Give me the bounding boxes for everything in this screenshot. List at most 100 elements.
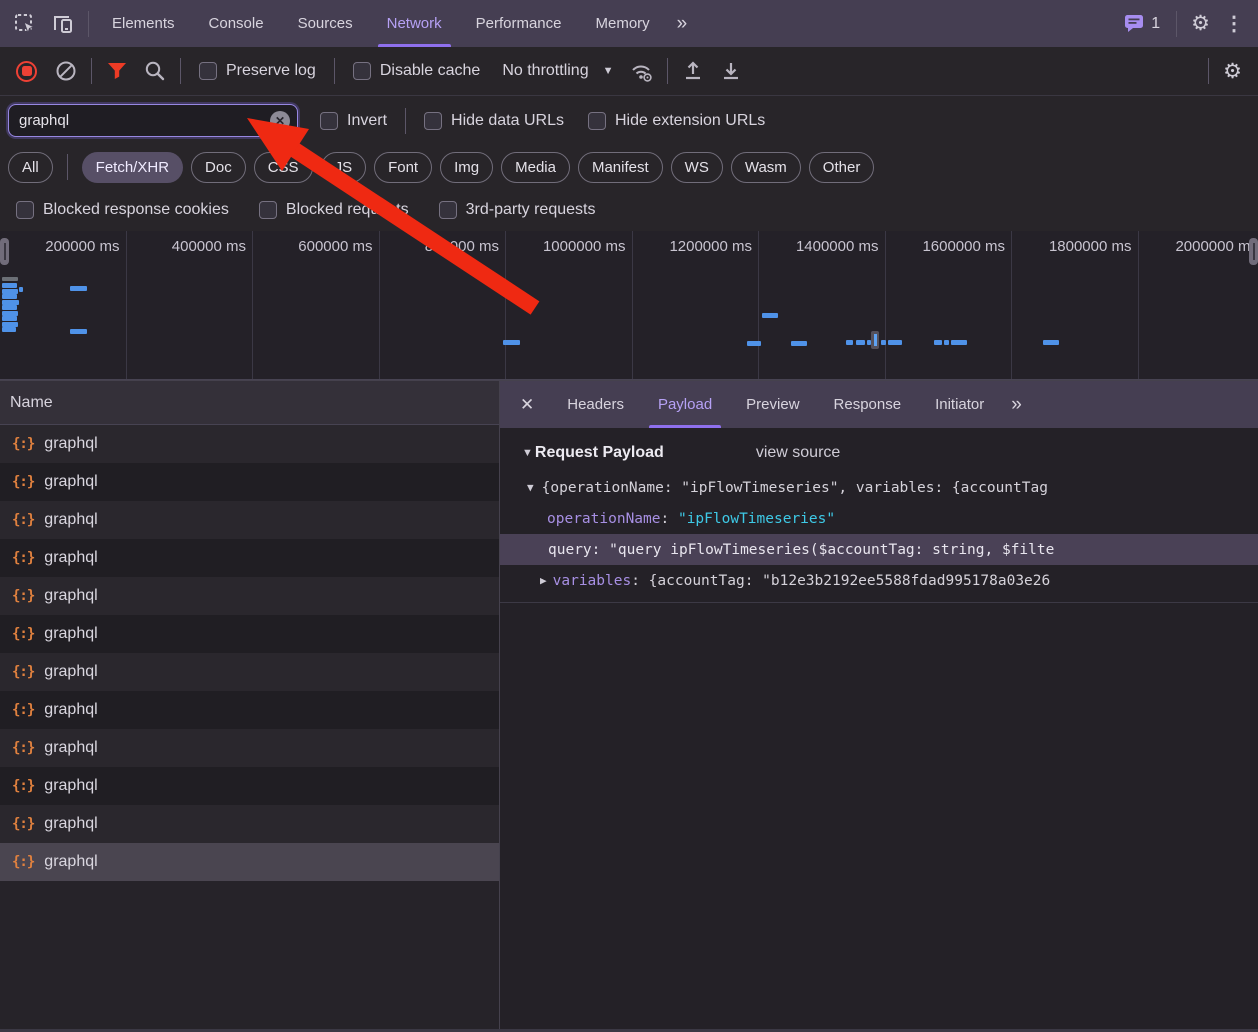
timeline-tick: 200000 ms (0, 231, 127, 379)
details-tab-preview[interactable]: Preview (729, 381, 816, 428)
chip-img[interactable]: Img (440, 152, 493, 183)
device-toolbar-icon[interactable] (46, 7, 80, 41)
issues-badge[interactable]: 1 (1124, 14, 1160, 33)
third-party-requests-toggle[interactable]: 3rd-party requests (439, 201, 596, 219)
chip-all[interactable]: All (8, 152, 53, 183)
tab-elements[interactable]: Elements (95, 0, 192, 47)
network-settings-gear-icon[interactable]: ⚙ (1215, 59, 1250, 84)
view-source-link[interactable]: view source (756, 444, 840, 462)
chip-fetch-xhr[interactable]: Fetch/XHR (82, 152, 183, 183)
json-braces-icon: {:} (12, 474, 34, 490)
filter-funnel-icon[interactable] (100, 54, 134, 88)
preserve-log-toggle[interactable]: Preserve log (199, 62, 316, 80)
details-tab-headers[interactable]: Headers (550, 381, 641, 428)
hide-extension-urls-toggle[interactable]: Hide extension URLs (588, 112, 765, 130)
chip-manifest[interactable]: Manifest (578, 152, 663, 183)
devtools-window: ElementsConsoleSourcesNetworkPerformance… (0, 0, 1258, 1032)
divider (67, 154, 68, 180)
request-row[interactable]: {:}graphql (0, 653, 499, 691)
request-row[interactable]: {:}graphql (0, 805, 499, 843)
chip-other[interactable]: Other (809, 152, 875, 183)
inspect-element-icon[interactable] (8, 7, 42, 41)
filter-input[interactable] (9, 112, 297, 129)
blocked-response-cookies-checkbox[interactable] (16, 201, 34, 219)
request-row[interactable]: {:}graphql (0, 767, 499, 805)
devtools-tabbar: ElementsConsoleSourcesNetworkPerformance… (0, 0, 1258, 47)
preserve-log-checkbox[interactable] (199, 62, 217, 80)
request-row[interactable]: {:}graphql (0, 691, 499, 729)
clear-network-log-icon[interactable] (49, 54, 83, 88)
hide-data-urls-toggle[interactable]: Hide data URLs (424, 112, 564, 130)
export-har-icon[interactable] (714, 54, 748, 88)
request-row[interactable]: {:}graphql (0, 425, 499, 463)
collapsed-triangle-icon[interactable]: ▶ (540, 574, 547, 587)
timeline-left-handle[interactable] (0, 238, 9, 265)
request-name: graphql (44, 625, 97, 643)
blocked-response-cookies-toggle[interactable]: Blocked response cookies (16, 201, 229, 219)
tab-network[interactable]: Network (370, 0, 459, 47)
timeline-bar (856, 340, 865, 345)
timeline-tick: 800000 ms (380, 231, 507, 379)
request-row[interactable]: {:}graphql (0, 577, 499, 615)
third-party-requests-checkbox[interactable] (439, 201, 457, 219)
disable-cache-checkbox[interactable] (353, 62, 371, 80)
chip-js[interactable]: JS (321, 152, 367, 183)
payload-variables-row[interactable]: ▶ variables : {accountTag: "b12e3b2192ee… (500, 565, 1258, 596)
request-name: graphql (44, 663, 97, 681)
timeline-bar (70, 329, 87, 334)
details-tab-initiator[interactable]: Initiator (918, 381, 1001, 428)
more-tabs-icon[interactable]: » (667, 13, 696, 35)
expand-triangle-icon[interactable]: ▼ (527, 481, 534, 494)
network-conditions-icon[interactable] (625, 54, 659, 88)
settings-gear-icon[interactable]: ⚙ (1183, 11, 1218, 36)
details-more-tabs-icon[interactable]: » (1001, 394, 1030, 416)
import-har-icon[interactable] (676, 54, 710, 88)
collapse-triangle-icon[interactable]: ▼ (522, 447, 533, 459)
request-row[interactable]: {:}graphql (0, 729, 499, 767)
details-tab-response[interactable]: Response (817, 381, 919, 428)
tab-sources[interactable]: Sources (281, 0, 370, 47)
network-overview-timeline[interactable]: 200000 ms400000 ms600000 ms800000 ms1000… (0, 231, 1258, 380)
close-details-icon[interactable]: ✕ (500, 395, 550, 415)
record-network-log-button[interactable] (16, 61, 37, 82)
name-column-header[interactable]: Name (0, 381, 499, 425)
chip-ws[interactable]: WS (671, 152, 723, 183)
payload-operation-row[interactable]: operationName : "ipFlowTimeseries" (500, 503, 1258, 534)
invert-toggle[interactable]: Invert (320, 112, 387, 130)
chip-css[interactable]: CSS (254, 152, 313, 183)
chip-media[interactable]: Media (501, 152, 570, 183)
request-row[interactable]: {:}graphql (0, 843, 499, 881)
chip-doc[interactable]: Doc (191, 152, 246, 183)
search-icon[interactable] (138, 54, 172, 88)
chip-wasm[interactable]: Wasm (731, 152, 801, 183)
request-row[interactable]: {:}graphql (0, 615, 499, 653)
tab-memory[interactable]: Memory (579, 0, 667, 47)
payload-query-row[interactable]: query : "query ipFlowTimeseries($account… (500, 534, 1258, 565)
request-name: graphql (44, 511, 97, 529)
request-row[interactable]: {:}graphql (0, 539, 499, 577)
request-row[interactable]: {:}graphql (0, 501, 499, 539)
hide-extension-urls-checkbox[interactable] (588, 112, 606, 130)
disable-cache-toggle[interactable]: Disable cache (353, 62, 481, 80)
timeline-selected-marker (871, 331, 879, 349)
invert-checkbox[interactable] (320, 112, 338, 130)
hide-data-urls-checkbox[interactable] (424, 112, 442, 130)
chip-font[interactable]: Font (374, 152, 432, 183)
throttling-dropdown[interactable]: No throttling ▼ (502, 62, 613, 80)
requests-list: {:}graphql{:}graphql{:}graphql{:}graphql… (0, 425, 499, 881)
request-payload-header: ▼ Request Payload view source (500, 428, 1258, 472)
main-menu-kebab-icon[interactable]: ⋮ (1218, 11, 1258, 36)
request-name: graphql (44, 815, 97, 833)
clear-filter-icon[interactable]: ✕ (270, 111, 290, 131)
request-row[interactable]: {:}graphql (0, 463, 499, 501)
tab-console[interactable]: Console (192, 0, 281, 47)
blocked-requests-toggle[interactable]: Blocked requests (259, 201, 409, 219)
payload-root-row[interactable]: ▼ {operationName: "ipFlowTimeseries", va… (500, 472, 1258, 503)
divider (88, 11, 89, 37)
tab-performance[interactable]: Performance (459, 0, 579, 47)
timeline-right-handle[interactable] (1249, 238, 1258, 265)
timeline-tick: 2000000 ms (1139, 231, 1258, 379)
blocked-requests-checkbox[interactable] (259, 201, 277, 219)
details-tab-payload[interactable]: Payload (641, 381, 729, 428)
timeline-bar (2, 294, 17, 299)
